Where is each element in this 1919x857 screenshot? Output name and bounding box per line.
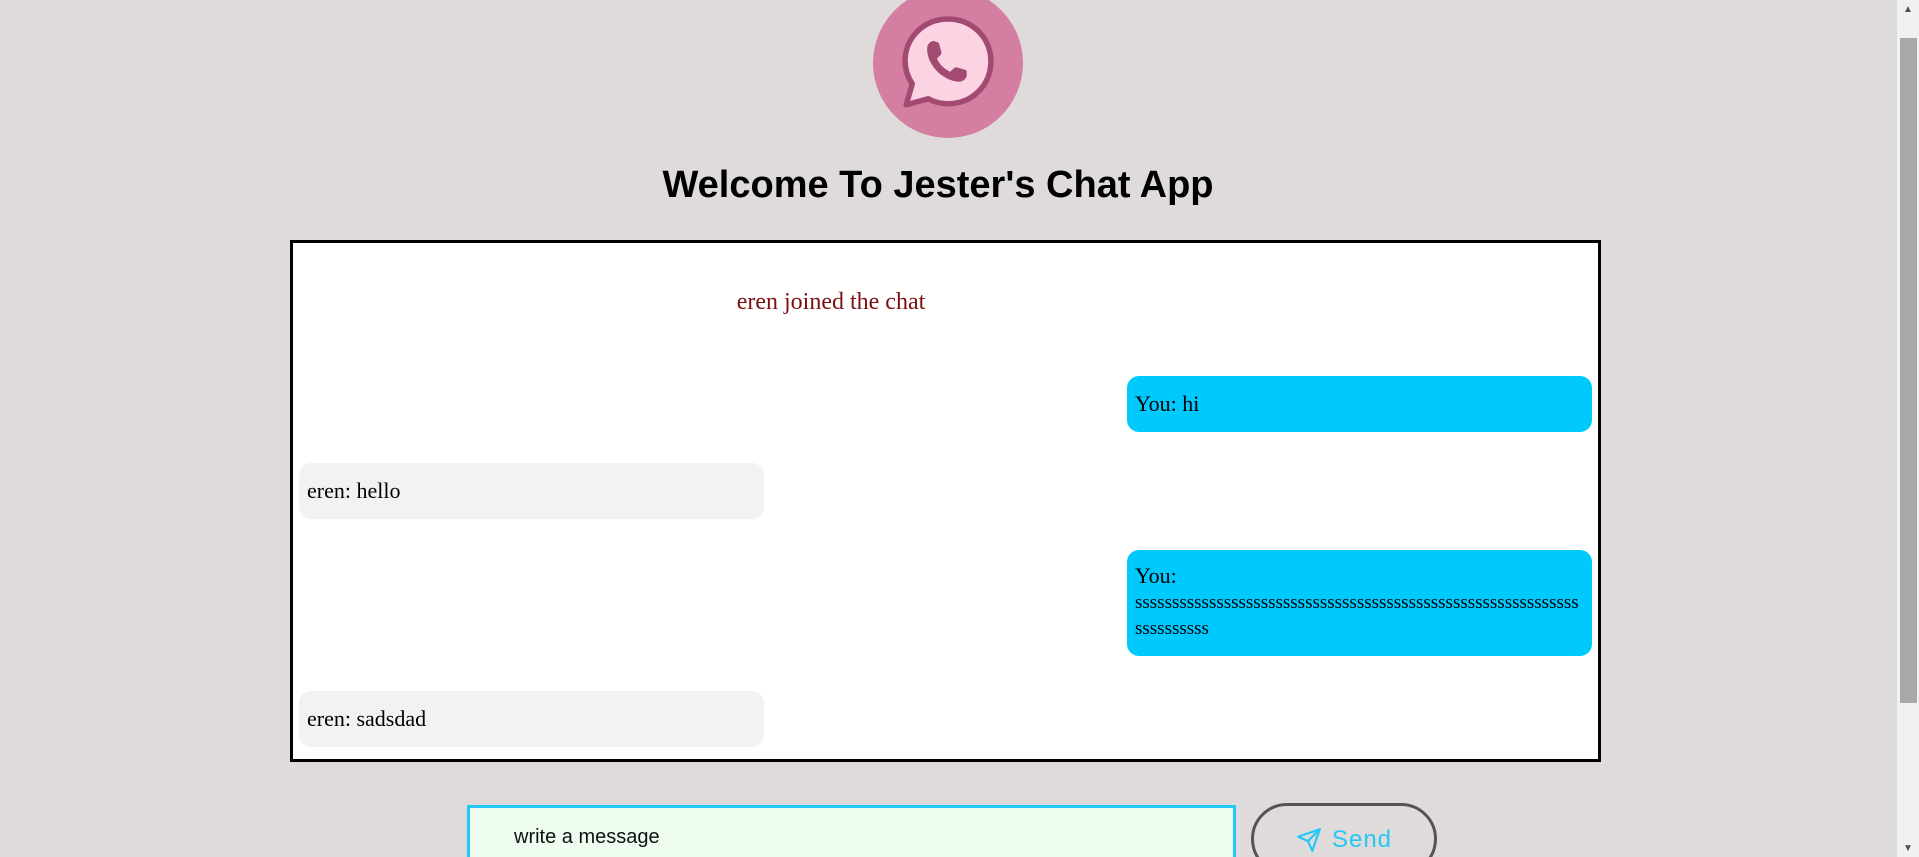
message-bubble-outgoing: You: hi (1127, 376, 1592, 432)
paper-plane-icon (1297, 828, 1321, 852)
scroll-down-arrow-icon[interactable]: ▼ (1897, 839, 1919, 857)
message-bubble-incoming: eren: sadsdad (299, 691, 764, 747)
message-input[interactable] (467, 805, 1236, 857)
scrollbar-thumb[interactable] (1900, 38, 1917, 703)
whatsapp-phone-icon (902, 16, 994, 108)
message-text: ssssssssssssssssssssssssssssssssssssssss… (1135, 592, 1579, 639)
page-scrollbar[interactable]: ▲ ▼ (1897, 0, 1919, 857)
app-logo (873, 0, 1023, 138)
send-button-label: Send (1331, 826, 1393, 853)
message-text: You: hi (1135, 391, 1200, 416)
message-bubble-outgoing: You: sssssssssssssssssssssssssssssssssss… (1127, 550, 1592, 656)
chat-messages-panel: eren joined the chat You: hi eren: hello… (290, 240, 1601, 762)
send-button[interactable]: Send (1251, 803, 1437, 857)
message-bubble-incoming: eren: hello (299, 463, 764, 519)
scroll-up-arrow-icon[interactable]: ▲ (1897, 0, 1919, 18)
message-sender: You: (1135, 563, 1177, 588)
page-title: Welcome To Jester's Chat App (662, 164, 1214, 206)
message-text: eren: hello (307, 478, 401, 503)
message-text: eren: sadsdad (307, 706, 427, 731)
chat-page: Welcome To Jester's Chat App eren joined… (0, 0, 1919, 857)
system-message: eren joined the chat (736, 289, 926, 315)
